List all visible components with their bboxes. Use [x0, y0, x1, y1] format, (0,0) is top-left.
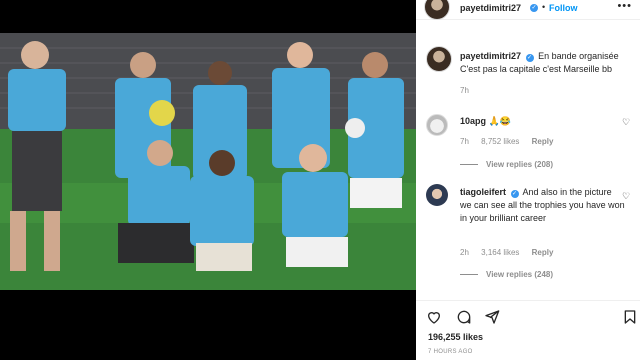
comment-avatar[interactable] [426, 114, 448, 136]
view-replies-label: View replies (248) [486, 270, 553, 279]
team-photo-illustration [0, 33, 416, 290]
verified-icon: ✓ [510, 190, 519, 198]
view-replies-label: View replies (208) [486, 160, 553, 169]
comment-body: 🙏😂 [488, 116, 511, 126]
caption-avatar[interactable] [426, 46, 452, 72]
separator-dot: • [542, 2, 546, 12]
photo-pane [0, 0, 416, 360]
bookmark-icon[interactable] [622, 309, 638, 325]
heart-icon[interactable]: ♡ [622, 192, 631, 201]
caption-username[interactable]: payetdimitri27 [460, 51, 521, 61]
more-icon[interactable]: ••• [617, 0, 632, 12]
author-avatar[interactable] [424, 0, 450, 20]
comment-meta: 7h 8,752 likes Reply [460, 137, 563, 146]
comment: 10apg 🙏😂 [460, 116, 511, 127]
divider-line [460, 274, 478, 276]
likes-count[interactable]: 196,255 likes [428, 332, 483, 342]
action-bar: 196,255 likes 7 HOURS AGO [416, 300, 640, 360]
post-photo[interactable] [0, 33, 416, 290]
comment-likes[interactable]: 3,164 likes [481, 248, 519, 257]
view-replies-link[interactable]: View replies (248) [460, 270, 553, 279]
comment-likes[interactable]: 8,752 likes [481, 137, 519, 146]
heart-icon[interactable] [426, 309, 442, 325]
comment-username[interactable]: 10apg [460, 116, 486, 126]
author-username[interactable]: payetdimitri27 [460, 3, 521, 13]
posted-time[interactable]: 7 HOURS AGO [428, 349, 473, 355]
follow-button[interactable]: Follow [549, 3, 578, 13]
caption-text: payetdimitri27 ✓ En bande organisée C'es… [460, 50, 632, 76]
share-icon[interactable] [484, 309, 500, 325]
comment-time[interactable]: 7h [460, 137, 469, 146]
post-side-panel: payetdimitri27 ✓ • Follow ••• payetdimit… [416, 0, 640, 360]
comment: tiagoleifert ✓ And also in the picture w… [460, 186, 625, 225]
reply-button[interactable]: Reply [532, 137, 554, 146]
verified-icon: ✓ [530, 4, 538, 12]
comment-icon[interactable] [456, 309, 472, 325]
verified-icon: ✓ [525, 54, 534, 62]
view-replies-link[interactable]: View replies (208) [460, 160, 553, 169]
comment-username[interactable]: tiagoleifert [460, 187, 506, 197]
comment-meta: 2h 3,164 likes Reply [460, 248, 563, 257]
caption-time[interactable]: 7h [460, 86, 469, 95]
heart-icon[interactable]: ♡ [622, 118, 631, 127]
comment-avatar[interactable] [426, 184, 448, 206]
divider-line [460, 164, 478, 166]
comment-time[interactable]: 2h [460, 248, 469, 257]
reply-button[interactable]: Reply [532, 248, 554, 257]
post-header: payetdimitri27 ✓ • Follow ••• [416, 0, 640, 20]
instagram-post-view: payetdimitri27 ✓ • Follow ••• payetdimit… [0, 0, 640, 360]
